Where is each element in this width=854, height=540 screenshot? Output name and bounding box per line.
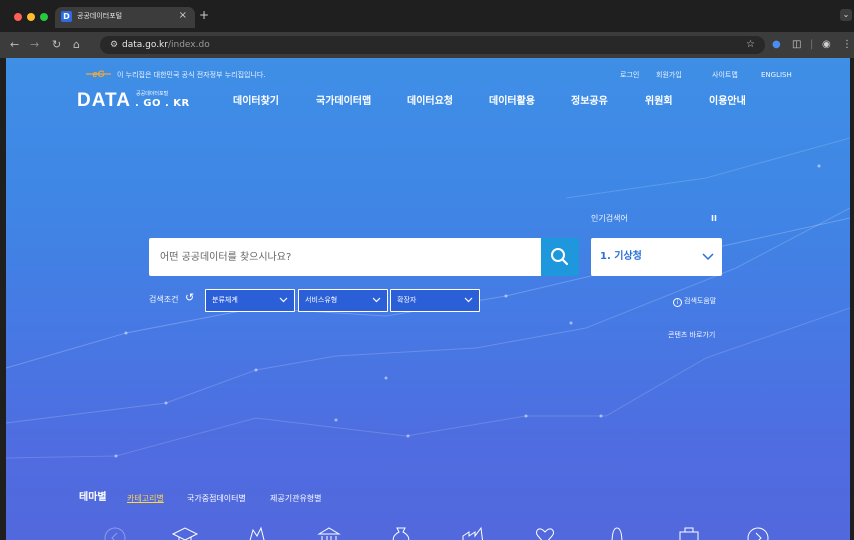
tab-provider-type[interactable]: 제공기관유형별 bbox=[270, 493, 322, 504]
health-heart-icon[interactable] bbox=[531, 524, 559, 540]
search-button[interactable] bbox=[541, 238, 579, 276]
filter-label: 분류체계 bbox=[212, 296, 238, 304]
address-bar[interactable]: ⚙ data.go.kr/index.do ☆ bbox=[100, 36, 765, 54]
gov-notice-text: 이 누리집은 대한민국 공식 전자정부 누리집입니다. bbox=[117, 71, 266, 79]
filter-label: 확장자 bbox=[397, 296, 417, 304]
window-zoom-button[interactable] bbox=[40, 13, 48, 21]
window-minimize-button[interactable] bbox=[27, 13, 35, 21]
url-host: data.go.kr bbox=[122, 40, 168, 50]
extension-icon[interactable]: ● bbox=[772, 38, 781, 52]
tab-title: 공공데이터포털 bbox=[77, 12, 123, 20]
new-tab-button[interactable]: + bbox=[199, 8, 209, 22]
logo-subtitle: 공공데이터포털 bbox=[136, 91, 169, 97]
tab-category[interactable]: 카테고리별 bbox=[127, 493, 164, 504]
tab-national-key-data[interactable]: 국가중점데이터별 bbox=[187, 493, 246, 504]
filter-category[interactable]: 분류체계 bbox=[205, 289, 295, 312]
site-logo[interactable]: DATA bbox=[77, 90, 131, 112]
page-viewport: eG 이 누리집은 대한민국 공식 전자정부 누리집입니다. 로그인 회원가입 … bbox=[6, 58, 850, 540]
nav-data-use[interactable]: 데이터활용 bbox=[489, 95, 535, 109]
sitemap-link[interactable]: 사이트맵 bbox=[712, 70, 738, 80]
land-management-icon[interactable] bbox=[243, 524, 271, 540]
nav-data-search[interactable]: 데이터찾기 bbox=[233, 95, 279, 109]
forward-icon[interactable]: → bbox=[30, 38, 39, 52]
reload-icon[interactable]: ↻ bbox=[52, 38, 61, 52]
content-shortcut-link[interactable]: 콘텐츠 바로가기 bbox=[668, 330, 715, 340]
chevron-down-icon bbox=[464, 297, 473, 303]
popular-search-label: 인기검색어 bbox=[591, 214, 628, 223]
filter-service-type[interactable]: 서비스유형 bbox=[298, 289, 388, 312]
search-icon bbox=[551, 248, 569, 266]
popular-search-value: 1. 기상청 bbox=[600, 251, 642, 262]
nav-national-data-map[interactable]: 국가데이터맵 bbox=[316, 95, 371, 109]
nav-info-share[interactable]: 정보공유 bbox=[571, 95, 608, 109]
social-welfare-icon[interactable] bbox=[603, 524, 631, 540]
popular-pause-button[interactable]: II bbox=[711, 214, 717, 224]
favicon-icon: D bbox=[61, 11, 72, 22]
tab-close-icon[interactable]: × bbox=[179, 9, 187, 23]
extensions-puzzle-icon[interactable]: ◫ bbox=[792, 38, 801, 52]
nav-data-request[interactable]: 데이터요청 bbox=[407, 95, 453, 109]
url-path: /index.do bbox=[167, 40, 210, 50]
home-icon[interactable]: ⌂ bbox=[73, 38, 80, 52]
window-close-button[interactable] bbox=[14, 13, 22, 21]
theme-section-title: 테마별 bbox=[79, 492, 107, 503]
profile-avatar-icon[interactable]: ◉ bbox=[822, 38, 831, 52]
signup-link[interactable]: 회원가입 bbox=[656, 70, 682, 80]
browser-tab-bar: D 공공데이터포털 × + ⌄ bbox=[0, 0, 854, 32]
toolbar-divider: | bbox=[810, 39, 814, 50]
nav-committee[interactable]: 위원회 bbox=[645, 95, 673, 109]
english-link[interactable]: ENGLISH bbox=[761, 70, 792, 80]
search-help-label: 검색도움말 bbox=[684, 297, 717, 305]
food-health-icon[interactable] bbox=[675, 524, 703, 540]
popular-search-dropdown[interactable]: 1. 기상청 bbox=[591, 238, 722, 276]
reset-icon[interactable]: ↺ bbox=[185, 291, 194, 305]
url-text: data.go.kr/index.do bbox=[122, 38, 210, 52]
browser-toolbar: ← → ↻ ⌂ ⚙ data.go.kr/index.do ☆ ● ◫ | ◉ … bbox=[0, 32, 854, 58]
chevron-down-icon bbox=[279, 297, 288, 303]
filter-extension[interactable]: 확장자 bbox=[390, 289, 480, 312]
tab-search-icon[interactable]: ⌄ bbox=[840, 9, 852, 21]
search-input[interactable] bbox=[149, 238, 541, 276]
search-help-link[interactable]: i 검색도움말 bbox=[673, 296, 716, 307]
nav-guide[interactable]: 이용안내 bbox=[709, 95, 746, 109]
info-icon: i bbox=[673, 298, 682, 307]
svg-text:eG: eG bbox=[92, 69, 104, 79]
back-icon[interactable]: ← bbox=[10, 38, 19, 52]
egov-logo-icon: eG bbox=[86, 69, 111, 79]
browser-tab[interactable]: D 공공데이터포털 × bbox=[55, 7, 195, 28]
filter-label: 서비스유형 bbox=[305, 296, 338, 304]
logo-domain: . GO . KR bbox=[135, 98, 190, 109]
chevron-down-icon bbox=[372, 297, 381, 303]
search-conditions-label: 검색조건 bbox=[149, 295, 179, 304]
finance-icon[interactable] bbox=[387, 524, 415, 540]
site-info-icon[interactable]: ⚙ bbox=[110, 38, 118, 52]
next-arrow-icon[interactable] bbox=[744, 524, 772, 540]
education-icon[interactable] bbox=[171, 524, 199, 540]
bookmark-star-icon[interactable]: ☆ bbox=[746, 38, 755, 52]
prev-arrow-icon[interactable] bbox=[101, 524, 129, 540]
chevron-down-icon bbox=[702, 253, 714, 261]
public-administration-icon[interactable] bbox=[315, 524, 343, 540]
login-link[interactable]: 로그인 bbox=[620, 70, 639, 80]
browser-menu-icon[interactable]: ⋮ bbox=[842, 38, 852, 52]
industry-icon[interactable] bbox=[459, 524, 487, 540]
search-box bbox=[149, 238, 541, 276]
